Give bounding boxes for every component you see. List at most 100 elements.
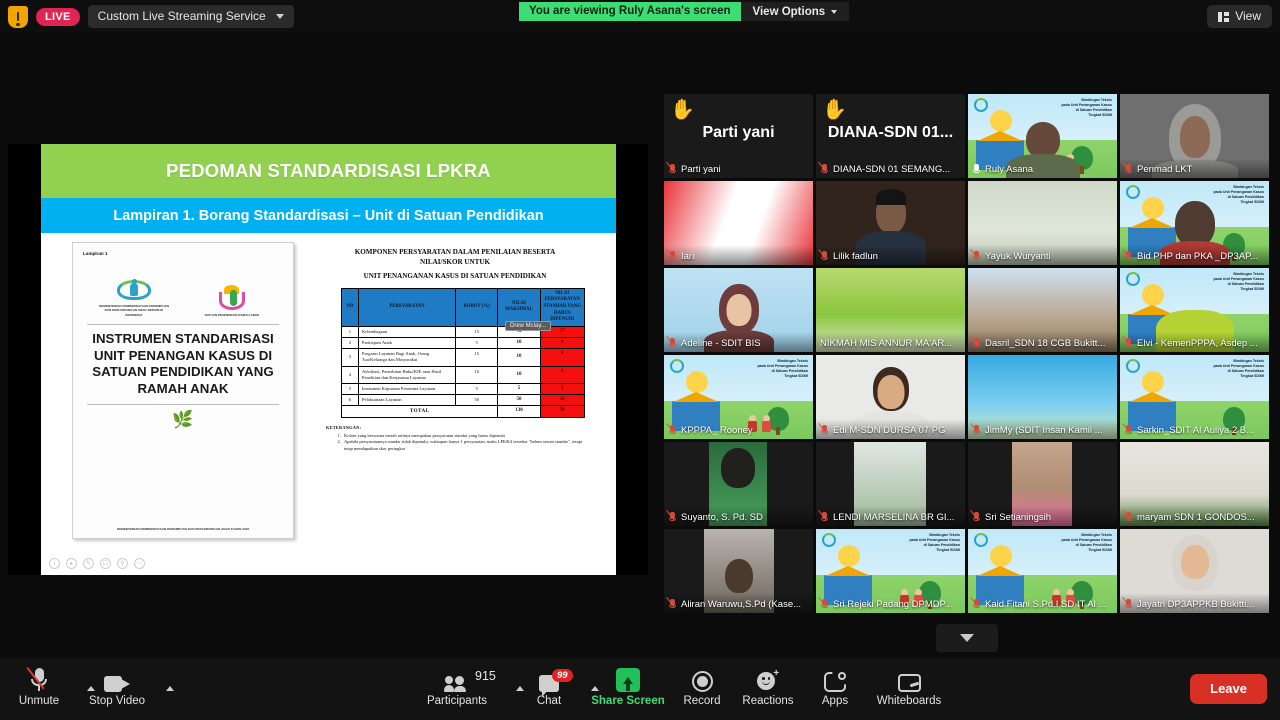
security-shield-icon[interactable] — [8, 5, 28, 28]
mic-muted-icon — [665, 162, 677, 175]
participant-name-label: Sri Setianingsih — [985, 511, 1052, 523]
mic-muted-icon — [665, 249, 677, 262]
participant-tile-kaid-fitani[interactable]: Bimbingan Teknis pada Unit Penanganan Kas… — [968, 529, 1117, 613]
mic-muted-icon — [1121, 510, 1133, 523]
whiteboard-icon — [897, 666, 921, 692]
participant-tile-penmad-lkt[interactable]: Penmad LKT — [1120, 94, 1269, 178]
apps-icon — [824, 666, 846, 692]
participant-tile-diana-sdn-01[interactable]: ✋ DIANA-SDN 01... DIANA-SDN 01 SEMANG... — [816, 94, 965, 178]
viewer-mini-toolbar[interactable]: i ▸ ✎ ☐ ⚲ ⋯ — [49, 558, 145, 569]
participant-tile-suyanto[interactable]: Suyanto, S. Pd. SD — [664, 442, 813, 526]
participant-tile-dasril-sdn-18[interactable]: Dasril_SDN 18 CGB Bukitt... — [968, 268, 1117, 352]
participant-tile-aliran-waruwu[interactable]: Aliran Waruwu,S.Pd (Kase... — [664, 529, 813, 613]
keterangan-item: Kolom yang berwarna merah artinya merupa… — [342, 433, 586, 440]
mic-muted-icon — [1121, 249, 1133, 262]
col-no: NO — [341, 287, 359, 327]
raise-hand-icon: ✋ — [670, 99, 695, 121]
table-heading: KOMPONEN PERSYARATAN DALAM PENILAIAN BES… — [324, 248, 586, 282]
participants-count: 915 — [475, 669, 496, 683]
pointer-icon[interactable]: ▸ — [66, 558, 77, 569]
participant-tile-edi-m-sdn-dursa[interactable]: Edi M-SDN DURSA 07 PG — [816, 355, 965, 439]
stop-video-label: Stop Video — [88, 695, 146, 707]
kpppa-logo-caption: KEMENTERIAN PEMBERDAYAAN PEREMPUAN DAN P… — [98, 304, 170, 317]
participant-tile-maryam-sdn-1-gondos[interactable]: maryam SDN 1 GONDOS... — [1120, 442, 1269, 526]
participant-tile-ruly-asana[interactable]: Bimbingan Teknis pada Unit Penanganan Kas… — [968, 94, 1117, 178]
kpppa-emblem-icon — [670, 359, 684, 373]
table-row: 3 Program Layanan Bagi Anak, Orang Tua/K… — [341, 348, 586, 367]
mic-muted-icon — [817, 597, 829, 610]
mic-muted-icon — [817, 249, 829, 262]
live-streaming-service-select[interactable]: Custom Live Streaming Service — [87, 5, 294, 28]
pen-icon[interactable]: ✎ — [83, 558, 94, 569]
video-options-chevron-icon[interactable] — [166, 686, 174, 691]
participant-tile-adeline-sdit-bis[interactable]: Adeline - SDIT BIS — [664, 268, 813, 352]
participant-name-label: Edi M-SDN DURSA 07 PG — [833, 424, 946, 436]
info-icon[interactable]: i — [49, 558, 60, 569]
mic-muted-icon — [1121, 597, 1133, 610]
chat-button[interactable]: 99 Chat — [510, 666, 599, 707]
participant-name-label: NIKMAH MIS ANNUR MA'AR... — [820, 338, 953, 349]
cell-bobot: 15 — [455, 348, 499, 367]
participant-name-label: maryam SDN 1 GONDOS... — [1137, 511, 1255, 523]
keterangan-item: Apabila persyaratannya standar tidak dip… — [342, 439, 586, 452]
slide-subtitle-bar: Lampiran 1. Borang Standardisasi – Unit … — [41, 198, 616, 233]
cell-bobot: 10 — [455, 365, 499, 384]
participant-name-badge: Kaid Fitani S.Pd.I SD IT Al ... — [969, 597, 1106, 610]
zoom-icon[interactable]: ⚲ — [117, 558, 128, 569]
participant-name-label: Ruly Asana — [985, 163, 1034, 175]
participant-tile-sri-setianingsih[interactable]: Sri Setianingsih — [968, 442, 1117, 526]
participant-tile-jayatri-dp3appkb[interactable]: Jayatri DP3APPKB Bukitti... — [1120, 529, 1269, 613]
participant-name-badge: LENDI MARSELINA BR GI... — [817, 510, 954, 523]
participant-name-badge: Ruly Asana — [972, 163, 1033, 175]
shared-screen-area[interactable]: PEDOMAN STANDARDISASI LPKRA Lampiran 1. … — [8, 144, 648, 575]
kpppa-emblem-icon — [974, 533, 988, 547]
cell-persyaratan: Instrumen Kepuasan Penerima Layanan — [357, 382, 457, 396]
spra-logo-caption: SATUAN PENDIDIKAN RAMAH ANAK — [204, 312, 260, 317]
participant-tile-jimmy-sdit-insan-kamil[interactable]: JimMy (SDIT Insan Kamil ... — [968, 355, 1117, 439]
participant-tile-yayuk-wuryanti[interactable]: Yayuk Wuryanti — [968, 181, 1117, 265]
stop-video-button[interactable]: Stop Video — [78, 666, 174, 707]
mic-muted-icon — [1121, 336, 1133, 349]
participant-tile-lendi-marselina[interactable]: LENDI MARSELINA BR GI... — [816, 442, 965, 526]
mic-muted-icon — [969, 249, 981, 262]
participant-tile-sri-rejeki-padang[interactable]: Bimbingan Teknis pada Unit Penanganan Kas… — [816, 529, 965, 613]
participant-name-badge: KPPPA_ Rooney — [665, 423, 753, 436]
camera-icon[interactable]: ☐ — [100, 558, 111, 569]
participant-tile-nikmah-mis-annur[interactable]: NIKMAH MIS ANNUR MA'AR... — [816, 268, 965, 352]
view-layout-button[interactable]: View — [1207, 5, 1272, 28]
more-icon[interactable]: ⋯ — [134, 558, 145, 569]
apps-button[interactable]: Apps — [796, 666, 874, 707]
table-heading-line1: KOMPONEN PERSYARATAN DALAM PENILAIAN BES… — [354, 248, 556, 256]
apps-label: Apps — [821, 695, 849, 707]
participant-name-label: Yayuk Wuryanti — [985, 250, 1051, 262]
participant-tile-bid-php-pka[interactable]: Bimbingan Teknis pada Unit Penanganan Kas… — [1120, 181, 1269, 265]
cell-no: 5 — [341, 382, 359, 396]
whiteboards-label: Whiteboards — [876, 695, 942, 707]
participant-name-badge: Jayatri DP3APPKB Bukitti... — [1121, 597, 1254, 610]
participant-tile-elvi-kemenpppa[interactable]: Bimbingan Teknis pada Unit Penanganan Kas… — [1120, 268, 1269, 352]
participant-name-label: Bid PHP dan PKA _DP3AP... — [1137, 250, 1259, 262]
whiteboards-button[interactable]: Whiteboards — [870, 666, 948, 707]
kpppa-emblem-icon — [1126, 359, 1140, 373]
view-options-button[interactable]: View Options — [740, 2, 850, 21]
chevron-down-icon — [960, 634, 974, 642]
participant-tile-lilik-fadlun[interactable]: Lilik fadlun — [816, 181, 965, 265]
leave-button[interactable]: Leave — [1190, 674, 1267, 704]
unmute-button[interactable]: Unmute — [0, 666, 95, 707]
slide-title: PEDOMAN STANDARDISASI LPKRA — [166, 160, 491, 181]
participant-tile-iari[interactable]: Iari — [664, 181, 813, 265]
participant-row: Aliran Waruwu,S.Pd (Kase... Bimbingan Te… — [664, 529, 1272, 613]
chat-unread-badge: 99 — [552, 669, 573, 682]
participant-row: Bimbingan Teknis pada Unit Penanganan Kas… — [664, 355, 1272, 439]
participant-tile-kpppa-rooney[interactable]: Bimbingan Teknis pada Unit Penanganan Kas… — [664, 355, 813, 439]
share-screen-button[interactable]: Share Screen — [589, 666, 667, 707]
mic-muted-icon — [969, 336, 981, 349]
col-persyaratan: PERSYARATAN — [357, 287, 457, 327]
gallery-scroll-down-button[interactable] — [936, 624, 998, 652]
table-heading-line3: UNIT PENANGANAN KASUS DI SATUAN PENDIDIK… — [363, 272, 547, 281]
participant-tile-sarkin-sdit-al-auliya[interactable]: Bimbingan Teknis pada Unit Penanganan Kas… — [1120, 355, 1269, 439]
camera-icon — [104, 666, 174, 692]
participant-tile-parti-yani[interactable]: ✋ Parti yani Parti yani — [664, 94, 813, 178]
background-caption: Bimbingan Teknis pada Unit Penanganan Kas… — [909, 533, 960, 552]
participants-button[interactable]: 915 Participants — [418, 666, 524, 707]
